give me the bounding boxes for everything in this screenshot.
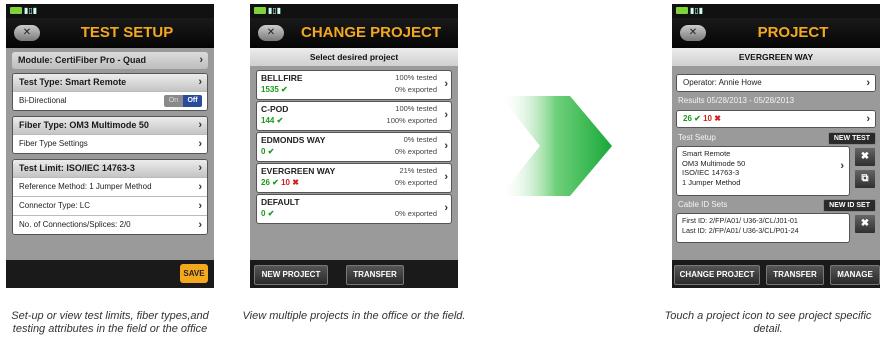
fiber-type-group: Fiber Type: OM3 Multimode 50 › Fiber Typ… (12, 116, 208, 154)
bottom-bar: SAVE (6, 260, 214, 288)
chevron-right-icon: › (444, 78, 448, 90)
project-list: Select desired project BELLFIRE 1535 ✔ 1… (250, 48, 458, 260)
cable-id-card[interactable]: First ID: 2/FP/A01/ U36-3/CL/J01-01 Last… (676, 213, 850, 243)
back-button[interactable]: ✕ (14, 25, 40, 41)
bidirectional-row: Bi-Directional On Off (13, 91, 207, 110)
chevron-right-icon: › (866, 113, 870, 125)
signal-icon: ▮▯▮ (24, 6, 38, 15)
back-button[interactable]: ✕ (680, 25, 706, 41)
change-project-button[interactable]: CHANGE PROJECT (674, 265, 760, 285)
status-bar: ▮▯▮ (6, 4, 214, 18)
signal-icon: ▮▯▮ (690, 6, 704, 15)
test-type-header[interactable]: Test Type: Smart Remote › (13, 74, 207, 91)
check-icon: ✔ (267, 209, 275, 218)
title-bar: ✕ CHANGE PROJECT (250, 18, 458, 48)
fail-x-icon: ✖ (714, 114, 721, 123)
battery-icon (676, 7, 688, 14)
chevron-right-icon: › (840, 160, 844, 172)
bottom-bar: CHANGE PROJECT TRANSFER MANAGE (672, 260, 880, 288)
chevron-right-icon: › (198, 119, 202, 131)
change-project-screen: ▮▯▮ ✕ CHANGE PROJECT Select desired proj… (250, 4, 458, 288)
manage-button[interactable]: MANAGE (830, 265, 880, 285)
toggle-off: Off (183, 95, 202, 107)
reference-method-row[interactable]: Reference Method: 1 Jumper Method › (13, 177, 207, 196)
operator-row[interactable]: Operator: Annie Howe › (676, 74, 876, 92)
chevron-right-icon: › (198, 200, 202, 212)
module-row[interactable]: Module: CertiFiber Pro - Quad › (12, 52, 208, 69)
title-bar: ✕ TEST SETUP (6, 18, 214, 48)
select-project-header: Select desired project (250, 48, 458, 66)
chevron-right-icon: › (198, 76, 202, 88)
check-icon: ✔ (281, 85, 288, 94)
page-title: TEST SETUP (80, 24, 174, 41)
connector-type-row[interactable]: Connector Type: LC › (13, 196, 207, 215)
test-type-group: Test Type: Smart Remote › Bi-Directional… (12, 73, 208, 111)
caption-test-setup: Set-up or view test limits, fiber types,… (11, 310, 209, 335)
module-label: Module: CertiFiber Pro - Quad (18, 55, 147, 65)
bidirectional-toggle[interactable]: On Off (164, 95, 202, 107)
transfer-button[interactable]: TRANSFER (766, 265, 824, 285)
back-button[interactable]: ✕ (258, 25, 284, 41)
chevron-right-icon: › (198, 162, 202, 174)
chevron-right-icon: › (444, 202, 448, 214)
cable-id-label: Cable ID Sets (678, 200, 728, 209)
save-button[interactable]: SAVE (180, 264, 208, 283)
copy-test-button[interactable]: ⧉ (854, 169, 876, 189)
new-id-set-button[interactable]: NEW ID SET (823, 199, 876, 212)
chevron-right-icon: › (199, 54, 203, 66)
chevron-right-icon: › (444, 140, 448, 152)
settings-content: Module: CertiFiber Pro - Quad › Test Typ… (6, 48, 214, 260)
results-label: Results 05/28/2013 - 05/28/2013 (678, 96, 795, 105)
test-limit-header[interactable]: Test Limit: ISO/IEC 14763-3 › (13, 160, 207, 177)
battery-icon (254, 7, 266, 14)
forward-arrow-icon (500, 96, 612, 196)
chevron-right-icon: › (444, 171, 448, 183)
project-detail-content: EVERGREEN WAY Operator: Annie Howe › Res… (672, 48, 880, 260)
new-project-button[interactable]: NEW PROJECT (254, 265, 328, 285)
caption-change-project: View multiple projects in the office or … (242, 310, 466, 322)
results-row[interactable]: 26 ✔ 10 ✖ › (676, 110, 876, 128)
test-setup-card[interactable]: Smart Remote OM3 Multimode 50 ISO/IEC 14… (676, 146, 850, 196)
project-detail-screen: ▮▯▮ ✕ PROJECT EVERGREEN WAY Operator: An… (672, 4, 880, 288)
test-setup-screen: ▮▯▮ ✕ TEST SETUP Module: CertiFiber Pro … (6, 4, 214, 288)
delete-id-set-button[interactable]: ✖ (854, 214, 876, 234)
signal-icon: ▮▯▮ (268, 6, 282, 15)
new-test-button[interactable]: NEW TEST (827, 132, 876, 145)
bottom-bar: NEW PROJECT TRANSFER (250, 260, 458, 288)
check-icon: ✔ (267, 147, 275, 156)
project-item-edmonds-way[interactable]: EDMONDS WAY 0 ✔ 0% tested 0% exported › (256, 132, 452, 162)
page-title: CHANGE PROJECT (300, 24, 442, 41)
fiber-type-header[interactable]: Fiber Type: OM3 Multimode 50 › (13, 117, 207, 134)
delete-test-button[interactable]: ✖ (854, 147, 876, 167)
chevron-right-icon: › (198, 181, 202, 193)
chevron-right-icon: › (866, 77, 870, 89)
project-item-evergreen-way[interactable]: EVERGREEN WAY 26 ✔ 10 ✖ 21% tested 0% ex… (256, 163, 452, 193)
connections-row[interactable]: No. of Connections/Splices: 2/0 › (13, 215, 207, 234)
toggle-on: On (164, 95, 183, 107)
check-icon: ✔ (276, 116, 284, 125)
project-item-bellfire[interactable]: BELLFIRE 1535 ✔ 100% tested 0% exported … (256, 70, 452, 100)
project-name-header: EVERGREEN WAY (672, 48, 880, 66)
fail-x-icon: ✖ (292, 178, 299, 187)
project-item-default[interactable]: DEFAULT 0 ✔ 0% exported › (256, 194, 452, 224)
title-bar: ✕ PROJECT (672, 18, 880, 48)
status-bar: ▮▯▮ (672, 4, 880, 18)
project-item-c-pod[interactable]: C-POD 144 ✔ 100% tested 100% exported › (256, 101, 452, 131)
chevron-right-icon: › (198, 219, 202, 231)
check-icon: ✔ (694, 114, 701, 123)
chevron-right-icon: › (444, 109, 448, 121)
check-icon: ✔ (272, 178, 279, 187)
status-bar: ▮▯▮ (250, 4, 458, 18)
fiber-type-settings-row[interactable]: Fiber Type Settings › (13, 134, 207, 153)
transfer-button[interactable]: TRANSFER (346, 265, 404, 285)
chevron-right-icon: › (198, 138, 202, 150)
page-title: PROJECT (757, 24, 829, 41)
test-setup-label: Test Setup (678, 133, 716, 142)
caption-project-detail: Touch a project icon to see project spec… (664, 310, 872, 335)
test-limit-group: Test Limit: ISO/IEC 14763-3 › Reference … (12, 159, 208, 235)
battery-icon (10, 7, 22, 14)
